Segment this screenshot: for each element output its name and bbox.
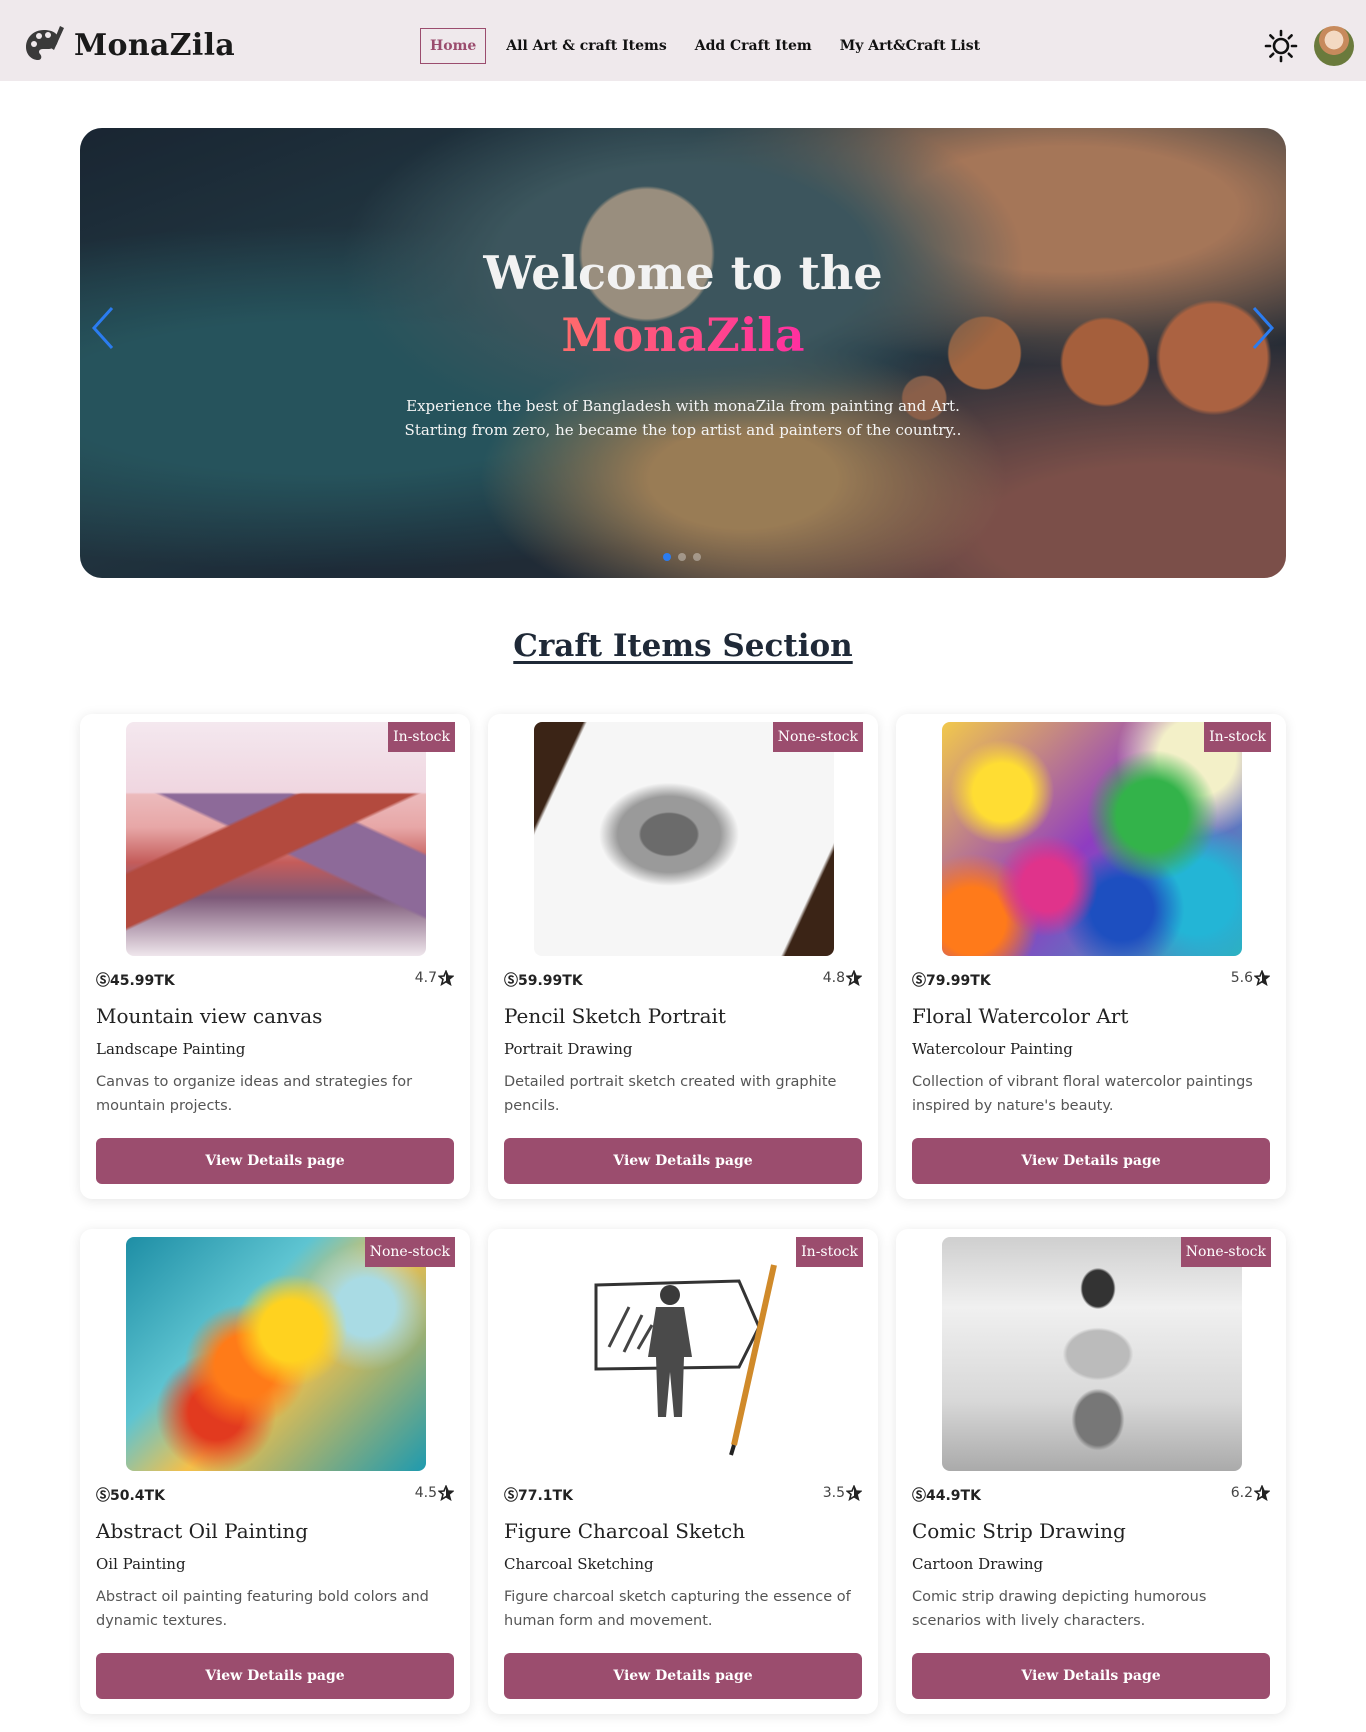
card-description: Figure charcoal sketch capturing the ess… <box>504 1589 851 1629</box>
palette-icon <box>26 26 64 60</box>
hero-description: Experience the best of Bangladesh with m… <box>404 397 962 439</box>
view-details-button[interactable]: View Details page <box>504 1138 862 1184</box>
star-icon <box>1254 1485 1270 1501</box>
craft-card: None-stock Ⓢ44.9TK 6.2 Comic Strip Drawi… <box>896 1229 1286 1714</box>
user-avatar[interactable] <box>1314 26 1354 66</box>
stock-badge: None-stock <box>1180 1237 1271 1267</box>
carousel-dot[interactable] <box>663 553 671 561</box>
stock-badge: None-stock <box>772 722 863 752</box>
card-description: Canvas to organize ideas and strategies … <box>96 1074 413 1114</box>
hero-carousel: Welcome to the MonaZila Experience the b… <box>80 128 1286 578</box>
nav-home[interactable]: Home <box>420 28 487 64</box>
card-price: Ⓢ45.99TK <box>96 973 175 989</box>
card-rating: 6.2 <box>1231 1485 1270 1501</box>
hero-title: Welcome to the <box>483 246 883 300</box>
stock-badge: None-stock <box>364 1237 455 1267</box>
nav-my-list[interactable]: My Art&Craft List <box>840 38 980 54</box>
card-rating: 4.7 <box>415 970 454 986</box>
carousel-dot[interactable] <box>693 553 701 561</box>
card-image <box>534 722 834 956</box>
card-title: Pencil Sketch Portrait <box>504 1004 726 1028</box>
carousel-prev-icon[interactable] <box>88 304 118 352</box>
card-price: Ⓢ59.99TK <box>504 973 583 989</box>
nav-links: Home All Art & craft Items Add Craft Ite… <box>420 28 1008 64</box>
star-icon <box>1254 970 1270 986</box>
star-icon <box>438 970 454 986</box>
card-description: Detailed portrait sketch created with gr… <box>504 1074 837 1114</box>
view-details-button[interactable]: View Details page <box>504 1653 862 1699</box>
card-image <box>534 1237 834 1471</box>
rating-value: 3.5 <box>822 1485 845 1501</box>
carousel-dots <box>663 553 701 561</box>
view-details-button[interactable]: View Details page <box>912 1138 1270 1184</box>
hero-brand-name: MonaZila <box>80 308 1286 362</box>
card-subcategory: Oil Painting <box>96 1555 186 1573</box>
star-icon <box>846 970 862 986</box>
card-title: Figure Charcoal Sketch <box>504 1519 746 1543</box>
card-image <box>126 1237 426 1471</box>
card-image <box>126 722 426 956</box>
craft-card: In-stock Ⓢ77.1TK 3.5 Figure Charcoal Ske… <box>488 1229 878 1714</box>
card-rating: 3.5 <box>823 1485 862 1501</box>
brand-name: MonaZila <box>74 27 235 63</box>
craft-card: None-stock Ⓢ50.4TK 4.5 Abstract Oil Pain… <box>80 1229 470 1714</box>
carousel-next-icon[interactable] <box>1248 304 1278 352</box>
star-icon <box>846 1485 862 1501</box>
card-subcategory: Charcoal Sketching <box>504 1555 654 1573</box>
card-description: Collection of vibrant floral watercolor … <box>912 1074 1253 1114</box>
stock-badge: In-stock <box>388 722 455 752</box>
card-title: Comic Strip Drawing <box>912 1519 1126 1543</box>
card-title: Mountain view canvas <box>96 1004 323 1028</box>
nav-all-items[interactable]: All Art & craft Items <box>506 38 666 54</box>
rating-value: 4.7 <box>414 970 437 986</box>
craft-card: In-stock Ⓢ45.99TK 4.7 Mountain view canv… <box>80 714 470 1199</box>
craft-card: In-stock Ⓢ79.99TK 5.6 Floral Watercolor … <box>896 714 1286 1199</box>
card-rating: 4.5 <box>415 1485 454 1501</box>
brand-logo[interactable]: MonaZila <box>24 24 235 66</box>
card-subcategory: Cartoon Drawing <box>912 1555 1044 1573</box>
rating-value: 4.8 <box>822 970 845 986</box>
card-image <box>942 722 1242 956</box>
card-description: Comic strip drawing depicting humorous s… <box>912 1589 1207 1629</box>
card-price: Ⓢ77.1TK <box>504 1488 573 1504</box>
view-details-button[interactable]: View Details page <box>96 1138 454 1184</box>
card-description: Abstract oil painting featuring bold col… <box>96 1589 429 1629</box>
sun-icon[interactable] <box>1264 29 1298 63</box>
rating-value: 5.6 <box>1230 970 1253 986</box>
figure-sketch-illustration <box>594 1264 777 1456</box>
nav-add-craft-item[interactable]: Add Craft Item <box>695 38 812 54</box>
card-price: Ⓢ44.9TK <box>912 1488 981 1504</box>
card-rating: 4.8 <box>823 970 862 986</box>
rating-value: 4.5 <box>414 1485 437 1501</box>
star-icon <box>438 1485 454 1501</box>
stock-badge: In-stock <box>1204 722 1271 752</box>
stock-badge: In-stock <box>796 1237 863 1267</box>
card-title: Floral Watercolor Art <box>912 1004 1129 1028</box>
card-subcategory: Landscape Painting <box>96 1040 246 1058</box>
card-subcategory: Portrait Drawing <box>504 1040 633 1058</box>
view-details-button[interactable]: View Details page <box>96 1653 454 1699</box>
card-price: Ⓢ79.99TK <box>912 973 991 989</box>
navbar: MonaZila Home All Art & craft Items Add … <box>0 0 1366 81</box>
card-subcategory: Watercolour Painting <box>912 1040 1073 1058</box>
section-title: Craft Items Section <box>513 628 853 664</box>
card-rating: 5.6 <box>1231 970 1270 986</box>
carousel-dot[interactable] <box>678 553 686 561</box>
card-image <box>942 1237 1242 1471</box>
card-price: Ⓢ50.4TK <box>96 1488 165 1504</box>
card-title: Abstract Oil Painting <box>96 1519 309 1543</box>
view-details-button[interactable]: View Details page <box>912 1653 1270 1699</box>
rating-value: 6.2 <box>1230 1485 1253 1501</box>
craft-card: None-stock Ⓢ59.99TK 4.8 Pencil Sketch Po… <box>488 714 878 1199</box>
